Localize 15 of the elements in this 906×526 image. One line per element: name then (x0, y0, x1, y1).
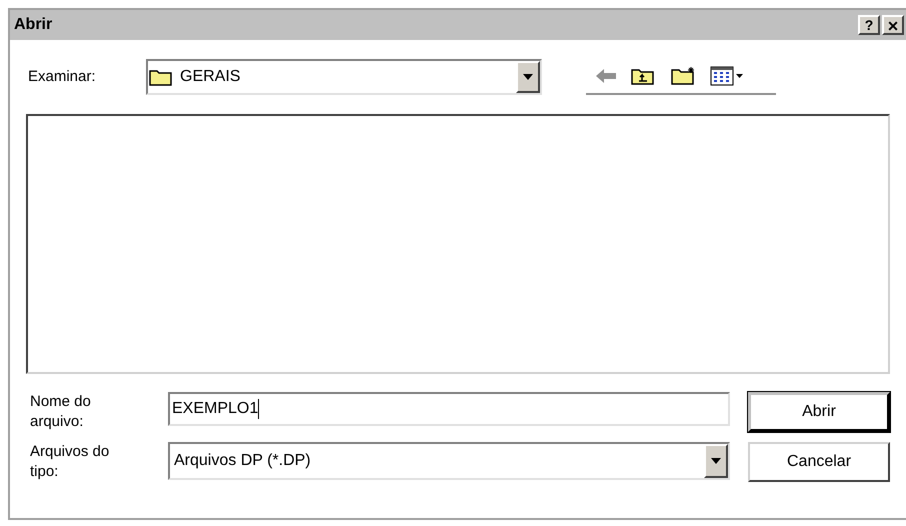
window-title: Abrir (14, 15, 54, 35)
cancel-button[interactable]: Cancelar (748, 442, 890, 482)
view-menu-icon[interactable] (710, 66, 744, 86)
new-folder-icon (670, 66, 696, 86)
help-button[interactable]: ? (858, 15, 880, 35)
file-name-field[interactable]: EXEMPLO1 (168, 392, 730, 426)
file-type-dropdown[interactable]: Arquivos DP (*.DP) (168, 442, 730, 480)
dropdown-caret-icon[interactable] (516, 61, 540, 93)
look-in-label: Examinar: (28, 66, 97, 87)
file-type-label: Arquivos do tipo: (30, 442, 110, 482)
open-button[interactable]: Abrir (748, 392, 890, 432)
close-button[interactable]: × (882, 15, 904, 35)
look-in-dropdown[interactable]: GERAIS (146, 59, 542, 95)
file-name-label: Nome do arquivo: (30, 392, 92, 432)
dropdown-caret-icon[interactable] (704, 444, 728, 478)
